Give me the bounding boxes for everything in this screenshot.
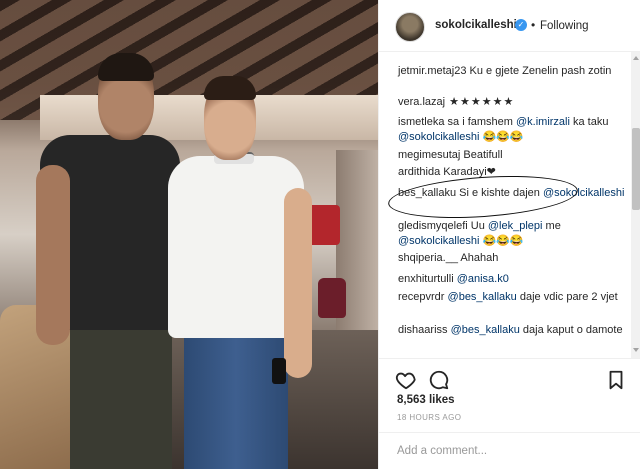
comment-item: gledismyqelefi Uu @lek_plepi me @sokolci… (398, 219, 628, 249)
comment-item: ismetleka sa i famshem @k.imirzali ka ta… (398, 115, 628, 145)
comment-username[interactable]: shqiperia.__ (398, 252, 458, 264)
person-left-arm (36, 165, 70, 345)
add-comment-box (379, 432, 640, 469)
comment-text: Beatifull (460, 149, 503, 161)
comment-username[interactable]: ismetleka (398, 116, 444, 128)
heart-icon[interactable] (395, 369, 417, 391)
comment-bubble-icon[interactable] (428, 369, 450, 391)
comment-text: daje vdic pare 2 vjet (516, 291, 618, 303)
comment-item: vera.lazaj ★★★★★★ (398, 95, 628, 110)
comment-text: Ku e gjete Zenelin pash zotin (466, 65, 612, 77)
comment-item: dishaariss @bes_kallaku daja kaput o dam… (398, 323, 628, 338)
comment-text: me (542, 220, 561, 232)
comment-mention[interactable]: @lek_plepi (488, 220, 543, 232)
comment-username[interactable]: recepvrdr (398, 291, 444, 303)
comment-item: recepvrdr @bes_kallaku daje vdic pare 2 … (398, 290, 628, 305)
person-right (168, 76, 314, 469)
post-header: sokolcikalleshi ✓ • Following (379, 0, 640, 52)
post-username[interactable]: sokolcikalleshi (435, 19, 517, 31)
comment-mention[interactable]: @bes_kallaku (448, 291, 517, 303)
comment-text: daja kaput o damote (519, 324, 623, 336)
post-timestamp[interactable]: 18 HOURS AGO (397, 413, 461, 422)
comments-scrollbar[interactable] (631, 52, 640, 358)
person-left-hair (98, 53, 154, 81)
separator-dot: • (531, 18, 536, 32)
comment-mention[interactable]: @sokolcikalleshi (398, 131, 479, 143)
comment-text: Ahahah (457, 252, 499, 264)
bookmark-icon[interactable] (605, 369, 627, 391)
likes-count[interactable]: 8,563 likes (397, 394, 455, 406)
comment-text: ★★★★★★ (445, 96, 515, 108)
comment-username[interactable]: dishaariss (398, 324, 448, 336)
scroll-thumb[interactable] (632, 128, 640, 210)
phone (272, 358, 286, 384)
photo-bag (318, 278, 346, 318)
person-right-hair (204, 76, 256, 100)
comment-username[interactable]: vera.lazaj (398, 96, 445, 108)
comment-text: 😂😂😂 (479, 131, 524, 143)
comment-username[interactable]: gledismyqelefi (398, 220, 468, 232)
comment-item: jetmir.metaj23 Ku e gjete Zenelin pash z… (398, 64, 628, 79)
comment-mention[interactable]: @anisa.k0 (457, 273, 509, 285)
person-left-legs (70, 325, 172, 469)
comment-text: 😂😂😂 (479, 235, 524, 247)
comment-text: Uu (467, 220, 488, 232)
comment-username[interactable]: ardithida (398, 166, 440, 178)
check-badge-icon: ✓ (515, 19, 527, 31)
following-button[interactable]: Following (540, 20, 589, 32)
scroll-down-arrow-icon[interactable] (633, 348, 639, 352)
post-details-panel: sokolcikalleshi ✓ • Following jetmir.met… (378, 0, 640, 469)
comment-mention[interactable]: @bes_kallaku (451, 324, 520, 336)
post-photo[interactable] (0, 0, 378, 469)
comment-mention[interactable]: @sokolcikalleshi (398, 235, 479, 247)
comment-item: shqiperia.__ Ahahah (398, 251, 628, 266)
comment-username[interactable]: megimesutaj (398, 149, 460, 161)
person-left (36, 53, 180, 469)
comment-text: sa i famshem (444, 116, 516, 128)
scroll-up-arrow-icon[interactable] (633, 56, 639, 60)
comment-username[interactable]: jetmir.metaj23 (398, 65, 466, 77)
avatar[interactable] (395, 12, 425, 42)
person-right-jeans (184, 333, 288, 469)
post-actions (379, 358, 640, 398)
comment-mention[interactable]: @k.imirzali (516, 116, 570, 128)
comment-input[interactable] (397, 445, 617, 457)
comment-item: megimesutaj Beatifull (398, 148, 628, 163)
person-right-arm (284, 188, 312, 378)
comment-item: enxhiturtulli @anisa.k0 (398, 272, 628, 287)
comment-username[interactable]: enxhiturtulli (398, 273, 454, 285)
comment-text: ka taku (569, 116, 609, 128)
